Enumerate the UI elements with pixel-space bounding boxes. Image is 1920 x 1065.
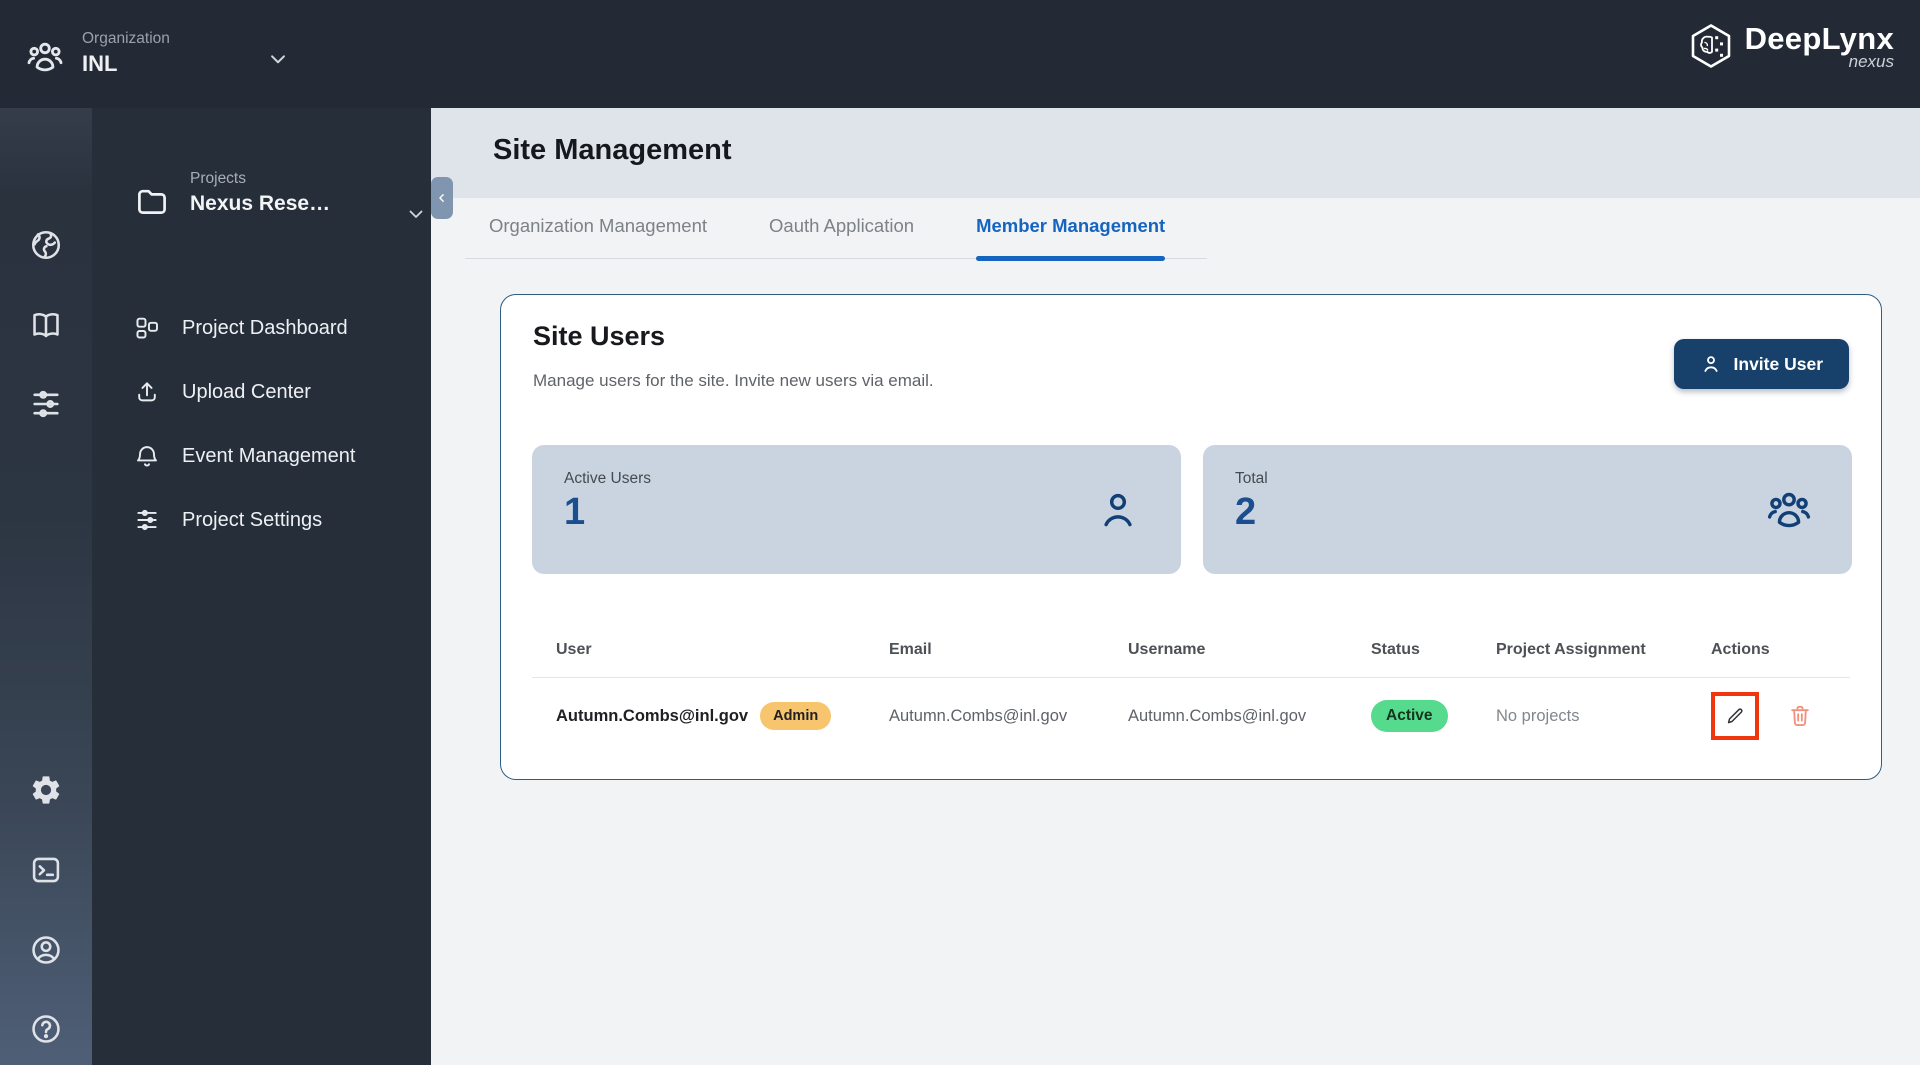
trash-icon[interactable]: [1787, 703, 1813, 729]
brand-logo: DeepLynx nexus: [1687, 22, 1894, 72]
stat-value: 1: [564, 491, 586, 533]
sidebar-item-label: Project Dashboard: [182, 316, 348, 339]
sidebar-menu: Project Dashboard Upload Center Event Ma…: [134, 296, 415, 552]
top-bar: Organization INL DeepLynx nexus: [0, 0, 1920, 108]
page-header-band: Site Management: [431, 108, 1920, 198]
user-cell: Autumn.Combs@inl.gov: [556, 706, 749, 725]
users-icon: [1767, 492, 1811, 527]
stat-label: Active Users: [564, 470, 651, 487]
gear-icon[interactable]: [29, 773, 63, 807]
organization-label: Organization: [82, 30, 170, 47]
organization-name: INL: [82, 51, 118, 76]
globe-icon[interactable]: [29, 228, 63, 262]
col-status: Status: [1371, 641, 1420, 658]
help-icon[interactable]: [29, 1012, 63, 1046]
sidebar-item-event-management[interactable]: Event Management: [134, 424, 415, 488]
icon-rail: [0, 108, 92, 1065]
col-email: Email: [889, 641, 932, 658]
tab-member-management[interactable]: Member Management: [976, 215, 1166, 261]
brand-subname: nexus: [1848, 52, 1894, 71]
sidebar-item-project-settings[interactable]: Project Settings: [134, 488, 415, 552]
stat-label: Total: [1235, 470, 1268, 487]
tab-oauth-application[interactable]: Oauth Application: [769, 215, 914, 258]
sidebar-item-label: Upload Center: [182, 380, 311, 403]
sidebar-item-label: Event Management: [182, 444, 356, 467]
folder-icon: [138, 189, 166, 214]
deeplynx-hexagon-brain-icon: [1691, 24, 1730, 68]
pencil-icon: [1727, 708, 1743, 724]
upload-icon: [138, 382, 156, 402]
bell-icon: [137, 446, 157, 467]
col-username: Username: [1128, 641, 1206, 658]
tab-organization-management[interactable]: Organization Management: [489, 215, 707, 258]
username-cell: Autumn.Combs@inl.gov: [1128, 706, 1307, 725]
admin-badge: Admin: [760, 701, 832, 731]
invite-user-label: Invite User: [1733, 353, 1823, 374]
main-content: Site Management Organization Management …: [431, 108, 1920, 1065]
site-users-card: Site Users Manage users for the site. In…: [500, 294, 1882, 780]
card-title: Site Users: [533, 321, 666, 351]
sidebar-item-upload-center[interactable]: Upload Center: [134, 360, 415, 424]
project-sidebar: Projects Nexus Rese… Project Dashboard U…: [92, 108, 431, 1065]
stat-active-users: Active Users 1: [532, 445, 1181, 574]
stat-value: 2: [1235, 491, 1257, 533]
chevron-down-icon[interactable]: [265, 46, 291, 72]
terminal-icon[interactable]: [29, 853, 63, 887]
user-circle-icon[interactable]: [29, 933, 63, 967]
person-icon: [1703, 356, 1718, 372]
projects-label: Projects: [190, 170, 246, 187]
table-row: Autumn.Combs@inl.gov Admin Autumn.Combs@…: [532, 678, 1850, 754]
sliders-icon[interactable]: [29, 387, 63, 421]
col-actions: Actions: [1711, 641, 1770, 658]
dashboard-icon: [136, 317, 158, 339]
sidebar-item-project-dashboard[interactable]: Project Dashboard: [134, 296, 415, 360]
project-assignment-cell: No projects: [1496, 706, 1580, 725]
invite-user-button[interactable]: Invite User: [1673, 339, 1849, 389]
table-header-row: User Email Username Status Project Assig…: [532, 623, 1850, 678]
sliders-icon: [137, 509, 157, 531]
sidebar-collapse-button[interactable]: [431, 177, 453, 219]
brand-name: DeepLynx: [1744, 21, 1894, 56]
edit-user-button-highlighted[interactable]: [1711, 692, 1759, 740]
email-cell: Autumn.Combs@inl.gov: [889, 706, 1068, 725]
tab-bar: Organization Management Oauth Applicatio…: [465, 215, 1207, 261]
col-project-assignment: Project Assignment: [1496, 641, 1646, 658]
chevron-left-icon: [439, 194, 444, 202]
organization-users-icon: [27, 42, 63, 72]
col-user: User: [556, 641, 592, 658]
stats-row: Active Users 1 Total 2: [532, 445, 1852, 574]
status-badge: Active: [1371, 700, 1448, 732]
organization-selector[interactable]: Organization INL: [26, 30, 291, 77]
stat-total-users: Total 2: [1203, 445, 1852, 574]
card-subtitle: Manage users for the site. Invite new us…: [533, 371, 934, 390]
site-users-table: User Email Username Status Project Assig…: [532, 623, 1850, 754]
book-icon[interactable]: [29, 308, 63, 342]
page-title: Site Management: [493, 134, 732, 166]
user-icon: [1104, 493, 1132, 526]
project-selector[interactable]: Projects Nexus Rese…: [134, 170, 423, 220]
chevron-down-icon[interactable]: [404, 202, 428, 226]
sidebar-item-label: Project Settings: [182, 508, 323, 531]
project-name: Nexus Rese…: [190, 192, 331, 215]
